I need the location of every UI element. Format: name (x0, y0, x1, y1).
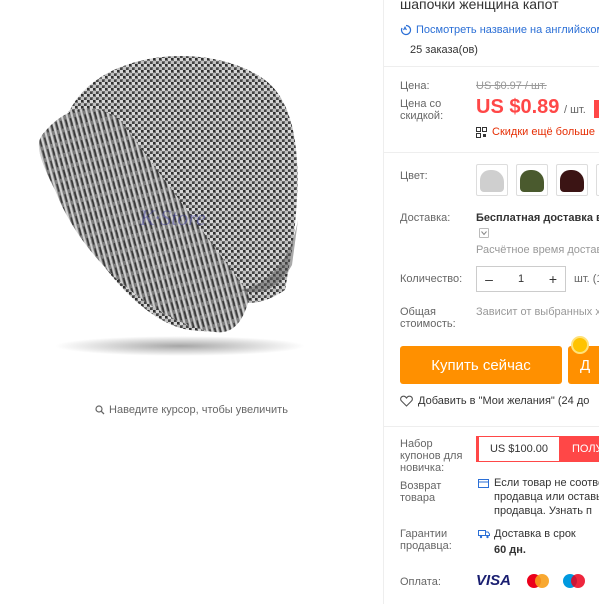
total-note: Зависит от выбранных х (476, 306, 599, 318)
product-info-panel: шапочки женщина капот Посмотреть названи… (384, 0, 599, 604)
mastercard-logo (527, 574, 549, 588)
zoom-hint-text: Наведите курсор, чтобы увеличить (109, 404, 288, 416)
translate-link[interactable]: Посмотреть название на английском (400, 24, 599, 36)
visa-logo: VISA (476, 572, 512, 589)
swatch-image (560, 170, 584, 192)
coin-icon (571, 336, 589, 354)
quantity-input[interactable] (501, 273, 541, 285)
color-selector: Цвет: (384, 160, 599, 200)
maestro-logo (563, 574, 585, 588)
zoom-hint: Наведите курсор, чтобы увеличить (0, 404, 383, 416)
shipping-dropdown[interactable] (479, 228, 489, 238)
buy-now-button[interactable]: Купить сейчас (400, 346, 562, 384)
returns-line-2: продавца или оставы (494, 491, 599, 503)
returns-line-3[interactable]: продавца. Узнать п (494, 504, 599, 518)
payment-row: Оплата: VISA (384, 570, 599, 600)
shipping-value: Бесплатная доставка в (476, 212, 599, 224)
guarantee-line-1: Доставка в срок (494, 528, 576, 540)
guarantee-label: Гарантии продавца: (400, 528, 452, 552)
product-image[interactable]: K·Store (30, 40, 330, 360)
returns-line-1: Если товар не соотве (494, 477, 599, 489)
coupon-amount: US $100.00 (476, 436, 560, 462)
payment-label: Оплата: (400, 576, 441, 588)
returns-row: Возврат товара Если товар не соотве прод… (384, 476, 599, 526)
coupon-label: Набор купонов для новичка: (400, 438, 463, 474)
heart-icon (400, 395, 413, 407)
search-icon (95, 405, 105, 415)
shipping-label: Доставка: (400, 212, 451, 224)
discount-price: US $0.89 (476, 96, 560, 118)
truck-icon (478, 530, 490, 539)
guarantee-line-2: 60 дн. (494, 544, 526, 556)
quantity-label: Количество: (400, 273, 463, 285)
more-discounts-text[interactable]: Скидки ещё больше (492, 126, 595, 138)
return-icon (478, 479, 489, 488)
divider (384, 152, 599, 153)
svg-text:K·Store: K·Store (139, 205, 206, 230)
shipping-row: Доставка: Бесплатная доставка в Расчётно… (384, 210, 599, 260)
decrement-button[interactable]: – (477, 267, 501, 291)
old-price: US $0.97 / шт. (476, 80, 547, 92)
total-row: Общая стоимость: Зависит от выбранных х (384, 304, 599, 334)
image-panel: K·Store Наведите курсор, чтобы увеличить (0, 0, 383, 604)
coupon-row: Набор купонов для новичка: US $100.00 ПО… (384, 436, 599, 474)
discount-tag (594, 100, 599, 118)
color-swatch-army-green[interactable] (516, 164, 548, 196)
increment-button[interactable]: + (541, 267, 565, 291)
qr-code-icon (476, 126, 487, 138)
chevron-down-icon (481, 231, 487, 236)
product-title: шапочки женщина капот (400, 0, 559, 12)
wishlist-text[interactable]: Добавить в "Мои желания" (24 до (418, 395, 589, 407)
quantity-unit: шт. (1 (574, 273, 599, 285)
orders-count: 25 заказа(ов) (410, 44, 478, 56)
shipping-estimate: Расчётное время доставки (476, 244, 599, 256)
color-swatch-light-gray[interactable] (476, 164, 508, 196)
discount-price-label: Цена со скидкой: (400, 98, 444, 122)
price-label: Цена: (400, 80, 430, 92)
wishlist-link[interactable]: Добавить в "Мои желания" (24 до (400, 395, 589, 407)
more-discounts-link[interactable]: Скидки ещё больше (476, 126, 595, 138)
price-unit: / шт. (564, 104, 586, 116)
quantity-row: Количество: – + шт. (1 (384, 266, 599, 294)
translate-link-text[interactable]: Посмотреть название на английском (416, 24, 599, 36)
guarantee-text: Доставка в срок 60 дн. (494, 526, 576, 558)
translate-icon (400, 24, 412, 36)
get-coupon-button[interactable]: ПОЛУ (560, 436, 599, 462)
swatch-image (480, 170, 504, 192)
divider (384, 426, 599, 427)
returns-text: Если товар не соотве продавца или оставы… (494, 476, 599, 518)
color-label: Цвет: (400, 170, 428, 182)
guarantee-row: Гарантии продавца: Доставка в срок 60 дн… (384, 526, 599, 562)
swatch-image (520, 170, 544, 192)
quantity-stepper: – + (476, 266, 566, 292)
returns-label: Возврат товара (400, 480, 442, 504)
price-block: Цена: US $0.97 / шт. Цена со скидкой: US… (384, 66, 599, 146)
color-swatch-burgundy[interactable] (556, 164, 588, 196)
total-label: Общая стоимость: (400, 306, 456, 330)
